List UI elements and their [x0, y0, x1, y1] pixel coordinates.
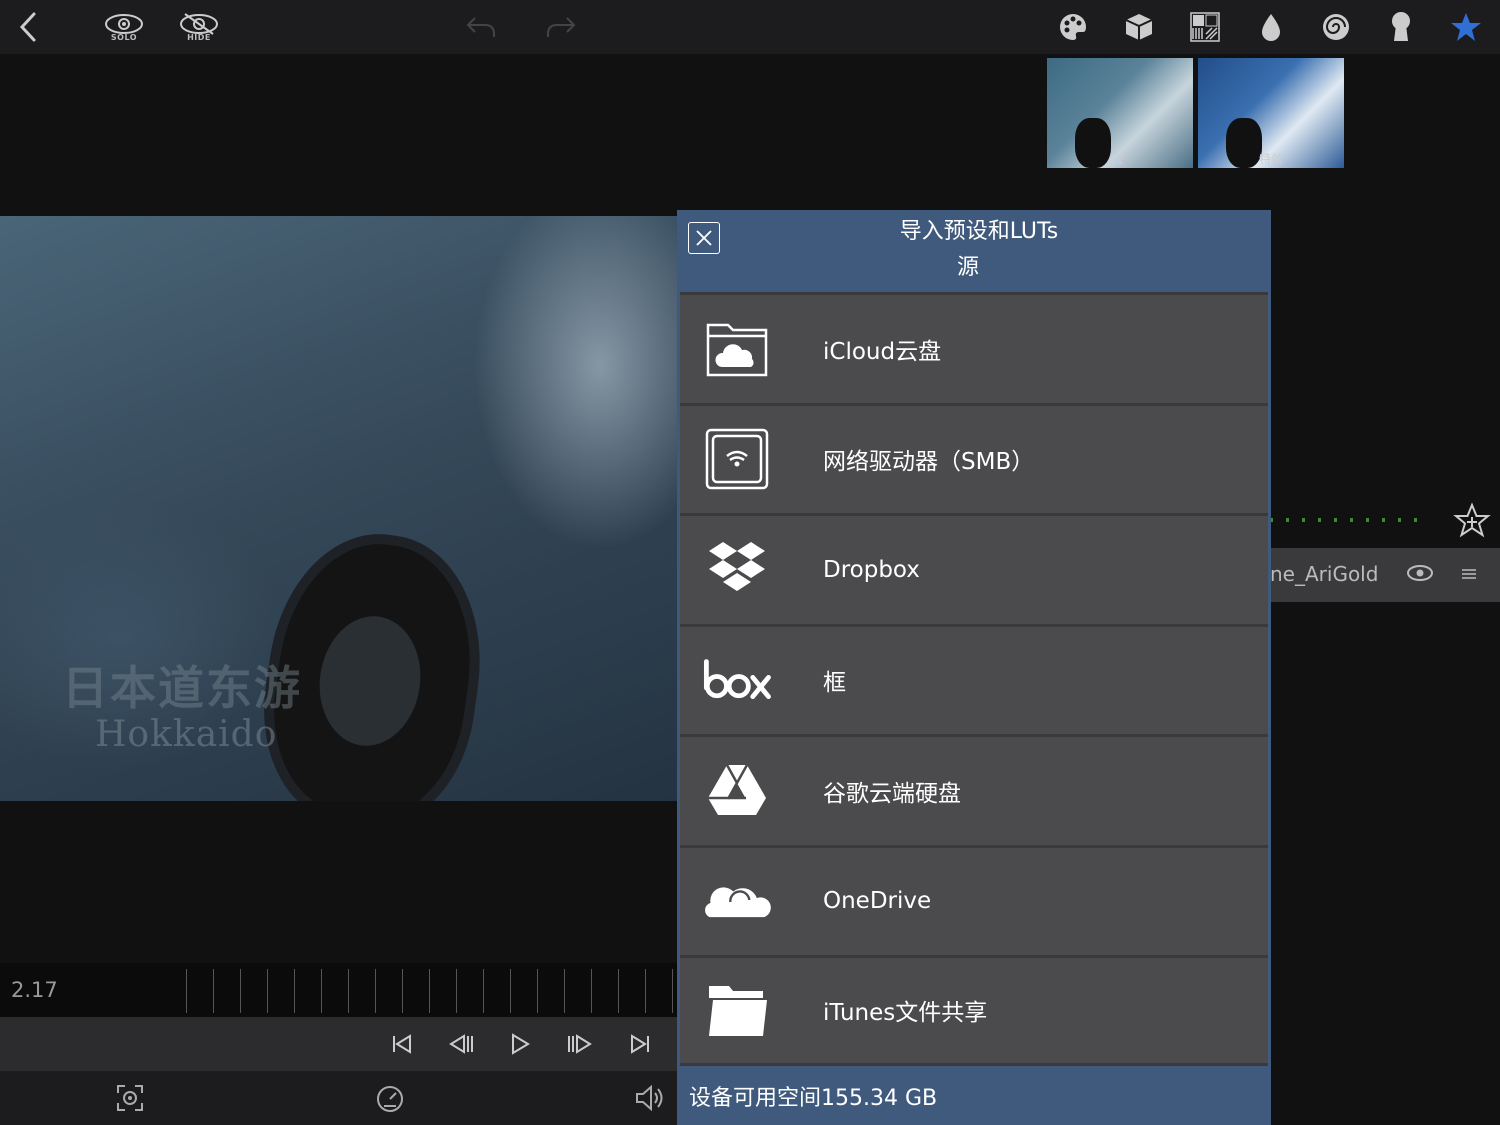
thumbnail-label: 1 [1116, 153, 1124, 167]
network-drive-icon [702, 427, 772, 491]
top-toolbar: SOLO HIDE [0, 0, 1500, 54]
cube-icon[interactable] [1124, 8, 1154, 46]
source-item-label: iCloud云盘 [823, 338, 942, 365]
source-item-google-drive[interactable]: 谷歌云端硬盘 [680, 734, 1268, 845]
timecode: 2.17 [11, 978, 58, 1002]
star-favorites-icon[interactable] [1450, 8, 1482, 46]
timeline[interactable]: 2.17 [0, 963, 678, 1017]
source-list: iCloud云盘 网络驱动器（SMB） Dropbox 框 谷歌云端硬盘 One… [680, 292, 1268, 1066]
layer-menu-icon[interactable] [1461, 567, 1477, 581]
source-item-dropbox[interactable]: Dropbox [680, 513, 1268, 624]
add-favorite-star-icon[interactable] [1453, 502, 1491, 540]
skip-end-icon[interactable] [628, 1032, 652, 1056]
undo-icon[interactable] [465, 8, 497, 46]
layer-row[interactable]: ne_AriGold [1270, 548, 1500, 602]
dropbox-icon [702, 538, 772, 602]
video-preview[interactable]: 日本道东游 Hokkaido [0, 216, 678, 801]
box-logo-icon [702, 648, 772, 712]
onedrive-icon [702, 869, 772, 933]
watermark-title: 日本道东游 [62, 661, 302, 715]
eye-slash-icon [180, 12, 218, 35]
step-forward-icon[interactable] [565, 1032, 593, 1056]
level-dots [1270, 518, 1420, 522]
eye-icon [105, 13, 143, 34]
dialog-title: 导入预设和LUTs 源 [677, 214, 1271, 286]
thumbnail-label: 特效 [1258, 152, 1283, 166]
source-item-icloud[interactable]: iCloud云盘 [680, 292, 1268, 403]
dialog-header: 导入预设和LUTs 源 [677, 210, 1271, 292]
dialog-title-line2: 源 [956, 255, 979, 280]
dialog-title-line1: 导入预设和LUTs [899, 219, 1059, 244]
source-item-smb[interactable]: 网络驱动器（SMB） [680, 402, 1268, 513]
icloud-folder-icon [702, 317, 772, 381]
import-presets-luts-dialog: 导入预设和LUTs 源 iCloud云盘 网络驱动器（SMB） Dropbox [677, 210, 1271, 1125]
solo-label: SOLO [110, 32, 138, 42]
itunes-folder-icon [702, 978, 772, 1042]
preset-thumbnail[interactable]: 1 [1047, 58, 1193, 168]
hide-button[interactable]: HIDE [178, 8, 220, 46]
step-back-icon[interactable] [448, 1032, 476, 1056]
solo-button[interactable]: SOLO [103, 8, 145, 46]
layer-name: ne_AriGold [1270, 562, 1379, 586]
keyhole-icon[interactable] [1390, 8, 1412, 46]
source-item-label: OneDrive [823, 888, 932, 915]
skip-start-icon[interactable] [390, 1032, 414, 1056]
speedometer-icon[interactable] [375, 1083, 405, 1113]
source-item-box[interactable]: 框 [680, 623, 1268, 734]
preset-thumbnail[interactable]: 特效 [1198, 58, 1344, 168]
watermark-subtitle: Hokkaido [95, 714, 278, 755]
swirl-icon[interactable] [1320, 8, 1352, 46]
volume-icon[interactable] [634, 1083, 666, 1113]
drop-icon[interactable] [1258, 8, 1284, 46]
source-item-itunes[interactable]: iTunes文件共享 [680, 955, 1268, 1066]
source-item-label: 谷歌云端硬盘 [823, 780, 961, 807]
redo-icon[interactable] [545, 8, 577, 46]
texture-icon[interactable] [1190, 8, 1220, 46]
source-item-onedrive[interactable]: OneDrive [680, 844, 1268, 955]
fit-frame-icon[interactable] [115, 1083, 145, 1113]
source-item-label: 网络驱动器（SMB） [823, 449, 1035, 476]
google-drive-icon [702, 759, 772, 823]
source-item-label: 框 [823, 670, 846, 697]
bottom-bar [0, 1071, 678, 1125]
source-item-label: iTunes文件共享 [823, 1000, 988, 1027]
hide-label: HIDE [187, 32, 211, 42]
storage-available-text: 设备可用空间155.34 GB [689, 1086, 938, 1111]
palette-icon[interactable] [1058, 8, 1088, 46]
back-icon[interactable] [14, 8, 42, 46]
play-icon[interactable] [508, 1032, 532, 1056]
timeline-ticks [186, 969, 678, 1013]
layer-eye-icon[interactable] [1406, 564, 1434, 582]
source-item-label: Dropbox [823, 556, 920, 583]
transport-bar [0, 1017, 678, 1071]
